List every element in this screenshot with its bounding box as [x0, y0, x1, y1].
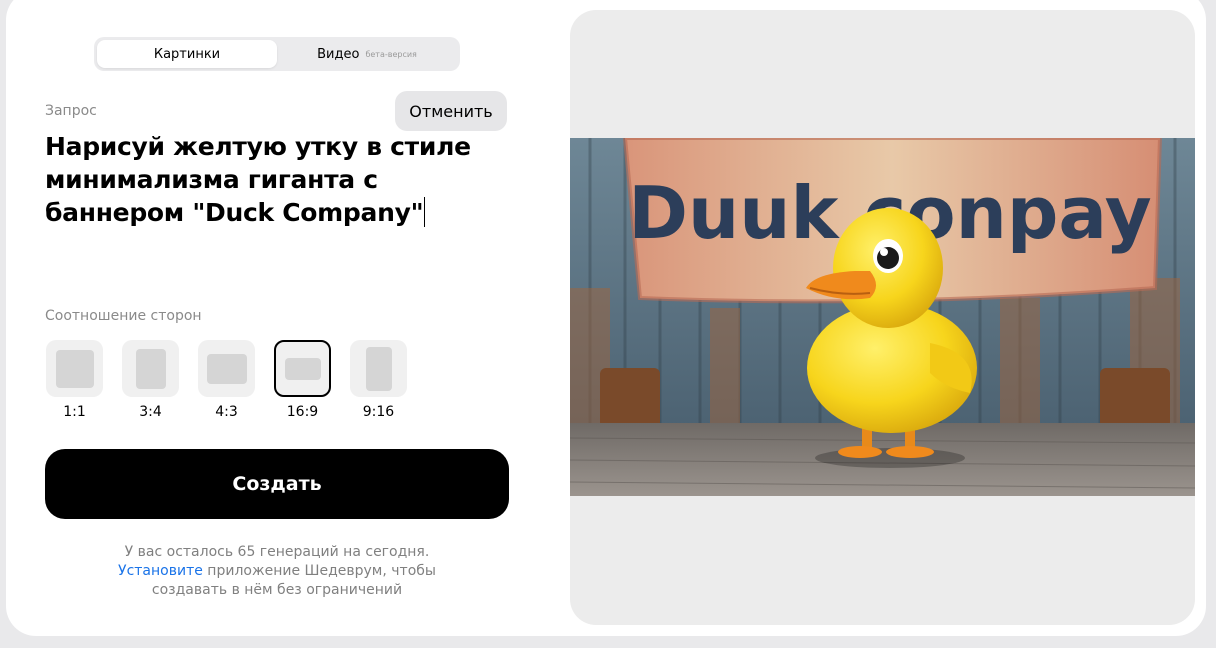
ratio-label: 1:1 [63, 404, 86, 420]
preview-panel: Duuk conpay [570, 10, 1195, 625]
tab-video[interactable]: Видео бета-версия [277, 40, 457, 68]
install-line-2: создавать в нём без ограничений [151, 582, 403, 598]
ratio-9-16-icon [365, 346, 392, 391]
tab-images[interactable]: Картинки [97, 40, 277, 68]
ratio-option-16-9: 16:9 [274, 340, 350, 420]
ratio-label: 16:9 [286, 404, 319, 420]
ratio-button-1-1[interactable] [46, 340, 103, 397]
ratio-label: 4:3 [215, 404, 238, 420]
cancel-button[interactable]: Отменить [395, 91, 507, 131]
aspect-ratio-label: Соотношение сторон [45, 308, 202, 324]
generated-image-svg: Duuk conpay [570, 138, 1195, 496]
ratio-button-3-4[interactable] [122, 340, 179, 397]
aspect-ratio-options: 1:1 3:4 4:3 16:9 9:16 [46, 340, 426, 420]
generation-info: У вас осталось 65 генераций на сегодня. … [45, 543, 509, 600]
ratio-label: 3:4 [139, 404, 162, 420]
request-label: Запрос [45, 103, 97, 119]
ratio-label: 9:16 [362, 404, 395, 420]
prompt-input[interactable]: Нарисуй желтую утку в стиле минимализма … [45, 130, 515, 229]
ratio-button-9-16[interactable] [350, 340, 407, 397]
beta-badge: бета-версия [365, 49, 417, 59]
install-link[interactable]: Установите [118, 563, 203, 579]
ratio-option-1-1: 1:1 [46, 340, 122, 420]
ratio-4-3-icon [206, 353, 247, 384]
create-button[interactable]: Создать [45, 449, 509, 519]
tab-images-label: Картинки [153, 46, 221, 62]
prompt-text: Нарисуй желтую утку в стиле минимализма … [45, 132, 471, 227]
ratio-1-1-icon [55, 349, 94, 388]
tab-video-label: Видео [317, 46, 360, 62]
mode-switch: Картинки Видео бета-версия [94, 37, 460, 71]
install-line: Установите приложение Шедеврум, чтобы [45, 562, 509, 581]
ratio-button-4-3[interactable] [198, 340, 255, 397]
ratio-3-4-icon [135, 348, 166, 389]
text-caret [424, 197, 426, 227]
ratio-button-16-9[interactable] [274, 340, 331, 397]
ratio-16-9-icon [284, 357, 321, 380]
generated-image[interactable]: Duuk conpay [570, 138, 1195, 496]
install-line-text: приложение Шедеврум, чтобы [202, 563, 436, 579]
ratio-option-4-3: 4:3 [198, 340, 274, 420]
ratio-option-9-16: 9:16 [350, 340, 426, 420]
ratio-option-3-4: 3:4 [122, 340, 198, 420]
remaining-generations-text: У вас осталось 65 генераций на сегодня. [124, 544, 430, 560]
